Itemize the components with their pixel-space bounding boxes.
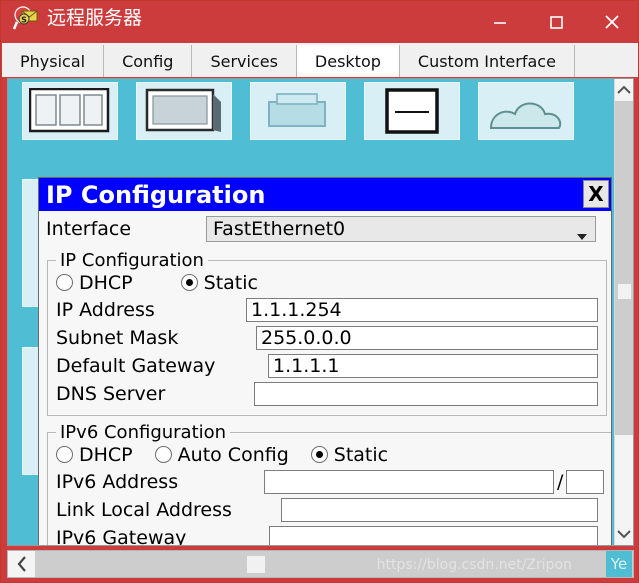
ipv6-address-input[interactable] — [264, 470, 554, 494]
ipv6-address-label: IPv6 Address — [56, 471, 179, 493]
dial-up-icon — [143, 88, 225, 138]
title-bar: S 远程服务器 — [1, 1, 638, 43]
ipv6-dhcp-label[interactable]: DHCP — [79, 444, 133, 466]
chevron-left-icon[interactable] — [8, 551, 35, 577]
ipv4-group-legend: IP Configuration — [60, 250, 204, 271]
ipv6-prefix-separator: / — [557, 471, 564, 493]
interface-label: Interface — [46, 218, 132, 240]
close-icon[interactable] — [584, 1, 638, 43]
interface-row: Interface FastEthernet0 — [39, 214, 611, 244]
ipv6-prefix-input[interactable] — [566, 470, 605, 494]
horizontal-scrollbar-nub[interactable] — [247, 556, 265, 573]
interface-value: FastEthernet0 — [213, 218, 346, 240]
desktop-canvas: Connector IP Configuration X Interface F… — [8, 79, 616, 545]
desktop-panel: Connector IP Configuration X Interface F… — [7, 78, 634, 546]
ip-configuration-dialog: IP Configuration X Interface FastEtherne… — [38, 177, 612, 545]
link-local-address-label: Link Local Address — [56, 499, 232, 521]
ip-configuration-icon — [28, 87, 111, 138]
ipv6-gateway-label: IPv6 Gateway — [56, 527, 187, 545]
ipv4-dhcp-label[interactable]: DHCP — [79, 272, 133, 294]
ipv6-auto-config-radio[interactable] — [154, 446, 172, 463]
dialog-title: IP Configuration — [46, 180, 266, 209]
ipv4-static-radio[interactable] — [180, 274, 198, 291]
ipv6-mode-row: DHCP Auto Config Static — [56, 441, 604, 468]
ipv6-address-row: IPv6 Address / — [56, 468, 605, 496]
horizontal-scrollbar-track[interactable]: https://blog.csdn.net/Zripon — [35, 551, 606, 577]
horizontal-scrollbar[interactable]: https://blog.csdn.net/Zripon — [7, 550, 634, 578]
tab-bar: Physical Config Services Desktop Custom … — [2, 43, 638, 77]
chevron-up-icon[interactable] — [615, 79, 633, 101]
maximize-icon[interactable] — [528, 1, 584, 43]
desktop-icon-terminal[interactable] — [250, 82, 346, 140]
default-gateway-input[interactable]: 1.1.1.1 — [268, 354, 598, 378]
chevron-down-icon[interactable] — [615, 523, 633, 545]
tab-desktop[interactable]: Desktop — [296, 45, 400, 77]
default-gateway-label: Default Gateway — [56, 355, 216, 377]
title-bar-left: S 远程服务器 — [12, 5, 143, 31]
ipv6-dhcp-radio[interactable] — [56, 446, 73, 463]
web-browser-icon — [485, 88, 567, 138]
vertical-scrollbar[interactable] — [614, 79, 633, 545]
minimize-icon[interactable] — [472, 1, 528, 43]
ipv6-static-radio[interactable] — [310, 446, 328, 463]
svg-text:S: S — [21, 16, 27, 25]
chevron-down-icon — [577, 226, 587, 245]
subnet-mask-input[interactable]: 255.0.0.0 — [256, 326, 598, 350]
ipv6-group-legend: IPv6 Configuration — [60, 422, 227, 443]
link-local-address-input[interactable] — [281, 498, 598, 522]
vertical-scrollbar-thumb[interactable] — [615, 101, 633, 435]
vertical-scrollbar-nub — [618, 284, 631, 299]
ipv4-dhcp-radio[interactable] — [56, 274, 73, 291]
dialog-close-button[interactable]: X — [583, 180, 609, 208]
ipv4-static-label[interactable]: Static — [204, 272, 258, 294]
ipv4-configuration-group: IP Configuration DHCP Static IP Address … — [47, 250, 607, 416]
dns-server-label: DNS Server — [56, 383, 166, 405]
ipv6-auto-config-label[interactable]: Auto Config — [178, 444, 289, 466]
interface-select[interactable]: FastEthernet0 — [206, 216, 596, 242]
remote-server-window: S 远程服务器 Physical Config Services Desktop… — [0, 0, 639, 583]
subnet-mask-row: Subnet Mask 255.0.0.0 — [56, 324, 598, 352]
dialog-title-bar: IP Configuration X — [39, 178, 611, 211]
tab-config[interactable]: Config — [104, 45, 193, 77]
terminal-icon — [257, 88, 339, 138]
command-prompt-icon — [371, 88, 453, 138]
magnifier-envelope-icon: S — [12, 5, 39, 31]
desktop-icon-ip-configuration[interactable] — [22, 82, 118, 140]
desktop-icon-command-prompt[interactable] — [364, 82, 460, 140]
ipv6-gateway-row: IPv6 Gateway — [56, 524, 604, 545]
dns-server-input[interactable] — [254, 382, 598, 406]
tab-bar-filler — [574, 45, 638, 77]
link-local-address-row: Link Local Address — [56, 496, 604, 524]
window-title: 远程服务器 — [47, 7, 143, 29]
dns-server-row: DNS Server — [56, 380, 598, 408]
ipv4-mode-row: DHCP Static — [56, 269, 598, 296]
ipv6-static-label[interactable]: Static — [334, 444, 388, 466]
tab-physical[interactable]: Physical — [2, 45, 105, 77]
ip-address-input[interactable]: 1.1.1.254 — [246, 298, 598, 322]
watermark-text: https://blog.csdn.net/Zripon — [376, 557, 572, 573]
window-controls — [472, 1, 638, 43]
desktop-icon-dial-up[interactable] — [136, 82, 232, 140]
subnet-mask-label: Subnet Mask — [56, 327, 179, 349]
tab-services[interactable]: Services — [192, 45, 297, 77]
ip-address-row: IP Address 1.1.1.254 — [56, 296, 598, 324]
ip-address-label: IP Address — [56, 299, 155, 321]
default-gateway-row: Default Gateway 1.1.1.1 — [56, 352, 598, 380]
corner-watermark: Ye — [606, 551, 632, 577]
desktop-icon-web-browser[interactable] — [478, 82, 574, 140]
tab-custom-interface[interactable]: Custom Interface — [399, 45, 575, 77]
ipv6-gateway-input[interactable] — [269, 526, 598, 545]
ipv6-configuration-group: IPv6 Configuration DHCP Auto Config Stat… — [47, 422, 611, 545]
